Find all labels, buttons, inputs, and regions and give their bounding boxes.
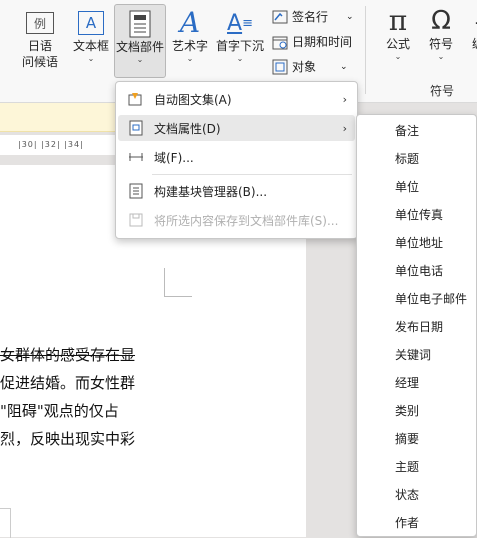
group-label-symbols: 符号 bbox=[430, 84, 455, 98]
greeting-button[interactable]: 例 日语 问候语 bbox=[14, 8, 66, 70]
margin-marker bbox=[164, 296, 192, 297]
submenu-item[interactable]: 单位传真 bbox=[395, 206, 443, 223]
signature-line-icon bbox=[272, 10, 288, 23]
submenu-item[interactable]: 单位地址 bbox=[395, 234, 443, 251]
wordart-button[interactable]: A 艺术字 ⌄ bbox=[168, 8, 212, 64]
menu-item-document-properties[interactable]: 文档属性(D) › bbox=[118, 115, 355, 141]
horizontal-ruler[interactable]: |30| |32| |34| bbox=[0, 135, 115, 155]
drop-cap-button[interactable]: A ≡ 首字下沉 ⌄ bbox=[214, 8, 266, 64]
submenu-item[interactable]: 单位 bbox=[395, 178, 419, 195]
document-parts-button[interactable]: 文档部件 ⌄ bbox=[114, 4, 166, 78]
equation-button[interactable]: π 公式 ⌄ bbox=[378, 6, 418, 62]
submenu-item[interactable]: 关键词 bbox=[395, 346, 431, 363]
field-icon bbox=[128, 149, 144, 165]
submenu-item[interactable]: 单位电话 bbox=[395, 262, 443, 279]
submenu-item[interactable]: 经理 bbox=[395, 374, 419, 391]
submenu-item[interactable]: 作者 bbox=[395, 514, 419, 531]
calendar-icon bbox=[272, 36, 288, 49]
margin-marker bbox=[164, 268, 165, 296]
submenu-item[interactable]: 单位电子邮件 bbox=[395, 290, 467, 307]
menu-separator bbox=[152, 174, 352, 175]
submenu-item[interactable]: 摘要 bbox=[395, 430, 419, 447]
submenu-item[interactable]: 主题 bbox=[395, 458, 419, 475]
chevron-right-icon: › bbox=[342, 92, 347, 106]
symbol-button[interactable]: Ω 符号 ⌄ bbox=[420, 6, 462, 62]
info-bar bbox=[0, 103, 115, 132]
page-corner-marker bbox=[0, 508, 11, 538]
chevron-right-icon: › bbox=[342, 121, 347, 135]
document-parts-menu: 自动图文集(A) › 文档属性(D) › 域(F)... 构建基块管理器(B).… bbox=[115, 81, 358, 239]
text-box-icon: A bbox=[78, 8, 104, 38]
ribbon-divider bbox=[365, 6, 366, 94]
document-properties-icon bbox=[128, 120, 144, 136]
object-icon bbox=[272, 59, 288, 74]
menu-item-autotext[interactable]: 自动图文集(A) › bbox=[118, 86, 355, 112]
menu-item-save-selection-to-gallery[interactable]: 将所选内容保存到文档部件库(S)... bbox=[118, 207, 355, 233]
signature-line-button[interactable]: 签名行 ⌄ bbox=[272, 8, 354, 25]
submenu-item[interactable]: 备注 bbox=[395, 122, 419, 139]
document-text-line[interactable]: 促进结婚。而女性群 bbox=[0, 372, 135, 393]
numbering-button[interactable]: # 编号 bbox=[464, 6, 477, 52]
text-box-button[interactable]: A 文本框 ⌄ bbox=[66, 8, 116, 64]
menu-item-building-blocks-organizer[interactable]: 构建基块管理器(B)... bbox=[118, 178, 355, 204]
submenu-item[interactable]: 状态 bbox=[395, 486, 419, 503]
date-time-button[interactable]: 日期和时间 bbox=[272, 33, 352, 50]
submenu-item[interactable]: 类别 bbox=[395, 402, 419, 419]
document-text-line[interactable]: 烈，反映出现实中彩 bbox=[0, 428, 135, 449]
document-text-line[interactable]: "阻碍"观点的仅占 bbox=[0, 400, 119, 421]
equation-icon: π bbox=[388, 4, 408, 37]
drop-cap-icon: A ≡ bbox=[227, 10, 253, 36]
submenu-item[interactable]: 标题 bbox=[395, 150, 419, 167]
document-parts-icon bbox=[129, 9, 151, 39]
save-to-gallery-icon bbox=[128, 212, 144, 228]
greeting-icon: 例 bbox=[26, 8, 54, 38]
autotext-icon bbox=[128, 91, 144, 107]
document-properties-submenu: 备注 标题 单位 单位传真 单位地址 单位电话 单位电子邮件 发布日期 关键词 … bbox=[356, 114, 477, 537]
wordart-icon: A bbox=[179, 6, 201, 39]
object-button[interactable]: 对象 ⌄ bbox=[272, 58, 348, 75]
menu-item-field[interactable]: 域(F)... bbox=[118, 144, 355, 170]
submenu-item[interactable]: 发布日期 bbox=[395, 318, 443, 335]
building-blocks-icon bbox=[128, 183, 144, 199]
document-text-line[interactable]: 女群体的感受存在显 bbox=[0, 344, 135, 365]
omega-icon: Ω bbox=[431, 6, 451, 36]
